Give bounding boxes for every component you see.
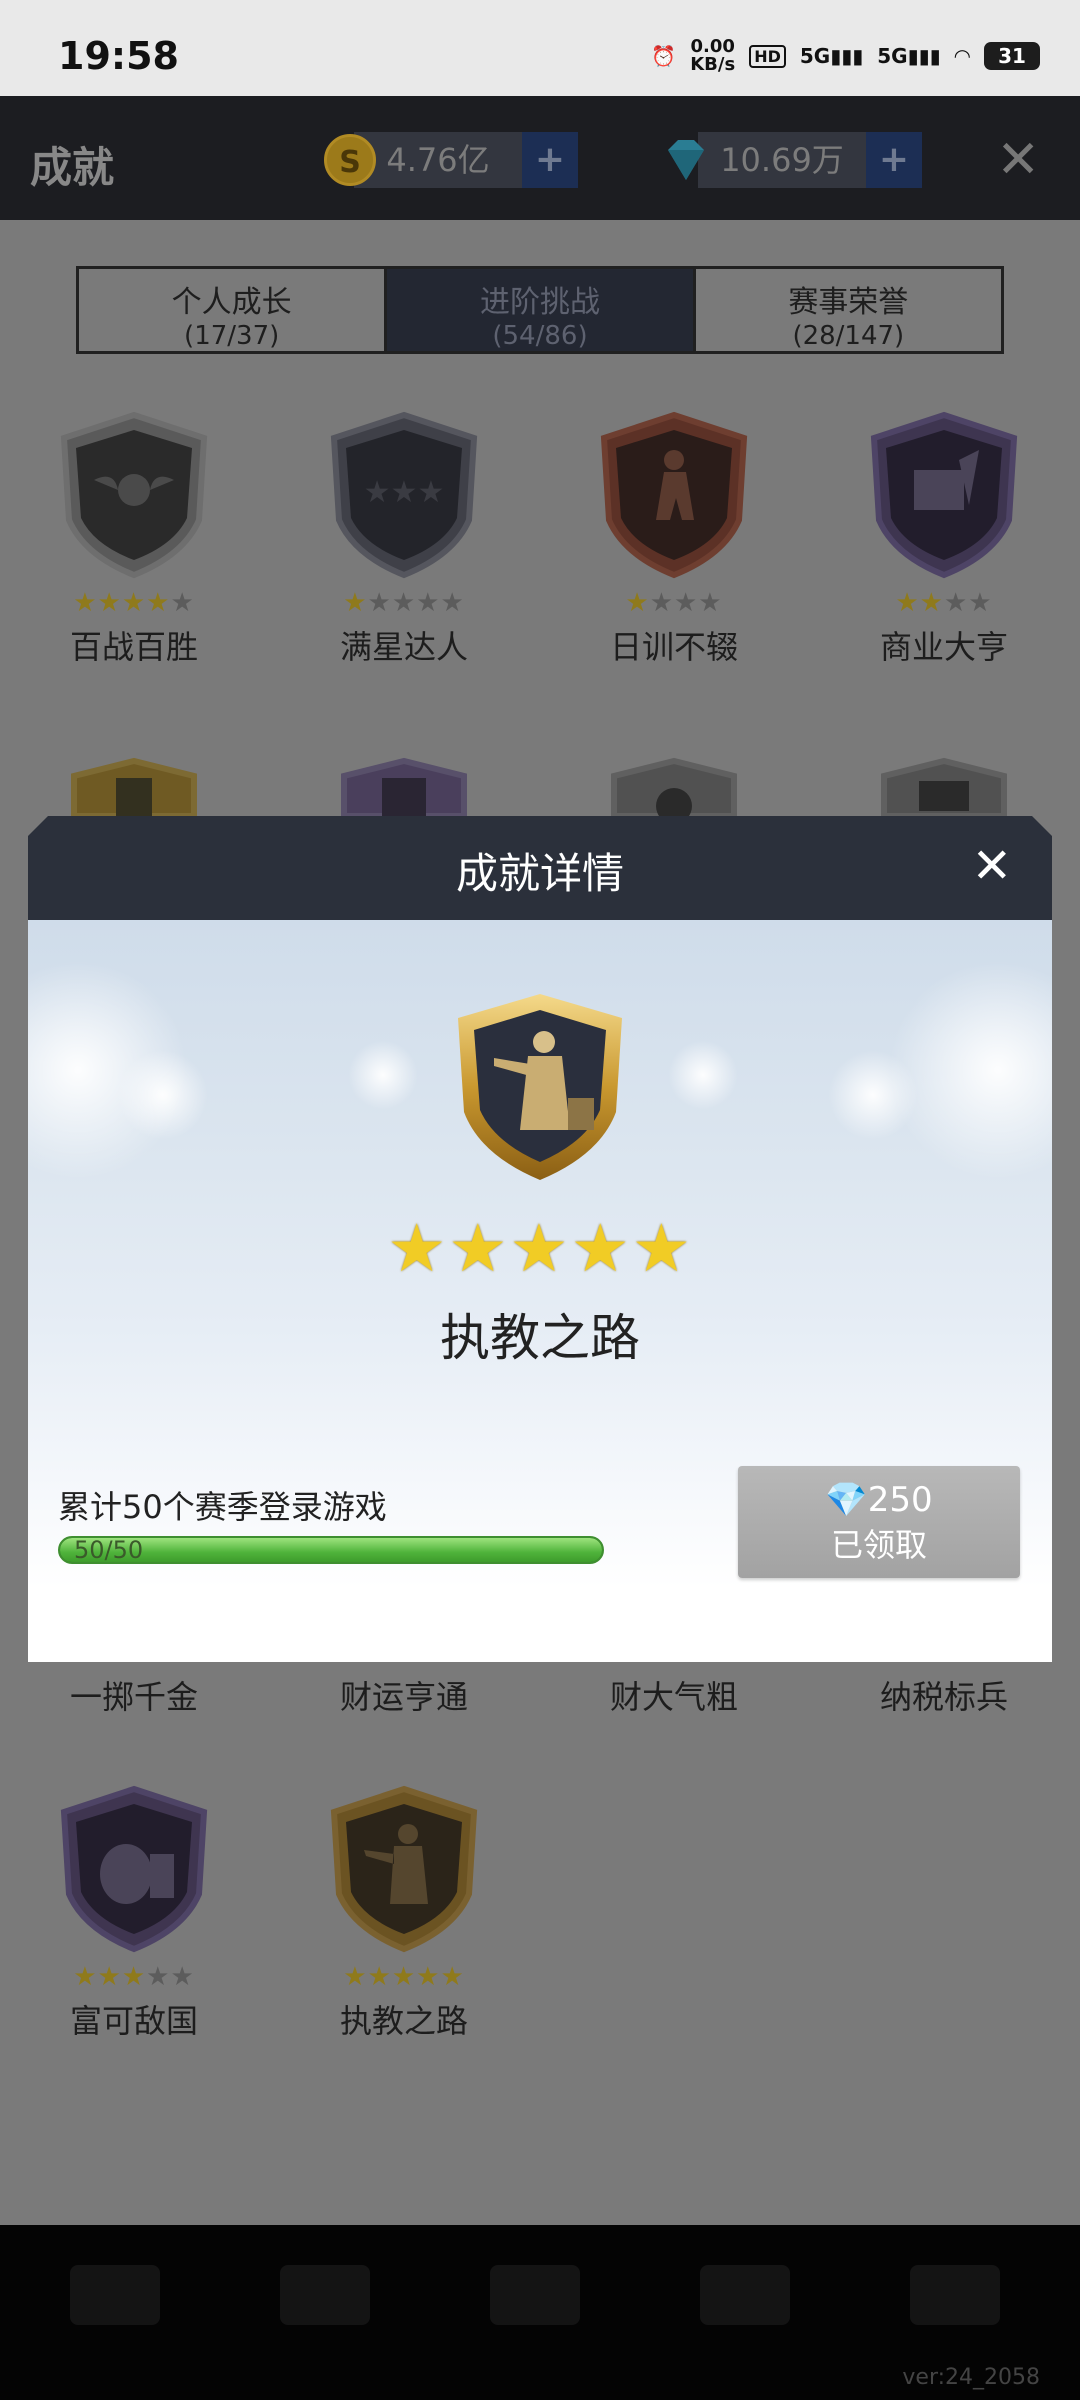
dialog-header: 成就详情 ✕ <box>28 816 1052 920</box>
ticket-badge-icon <box>881 757 1007 816</box>
status-time: 19:58 <box>58 34 179 78</box>
signal-icon: 5G▮▮▮ <box>799 44 864 68</box>
stadium-light <box>668 1040 738 1110</box>
alarm-icon: ⏰ <box>651 44 677 68</box>
dialog-title: 成就详情 <box>455 849 624 898</box>
star-rating: ★★★★★ <box>387 1210 693 1287</box>
version-label: ver:24_2058 <box>902 2365 1040 2390</box>
nav-item[interactable] <box>70 2265 160 2325</box>
achievement-badge[interactable]: ★★★ ★★★★★ 满星达人 <box>314 410 494 668</box>
diamond-balance: 10.69万 + <box>668 132 922 188</box>
basketball-player-badge-icon <box>600 411 748 579</box>
nav-item[interactable] <box>910 2265 1000 2325</box>
dialog-body: ★★★★★ 执教之路 累计50个赛季登录游戏 50/50 💎250 已领取 <box>28 920 1052 1662</box>
star-rating: ★★★★★ <box>73 588 195 618</box>
nav-item[interactable] <box>700 2265 790 2325</box>
close-dialog-button[interactable]: ✕ <box>972 838 1012 894</box>
add-diamonds-button[interactable]: + <box>866 132 922 188</box>
achievement-detail-dialog: 成就详情 ✕ ★★★★★ 执教之路 累计50个赛季登录游戏 50/50 💎250… <box>28 816 1052 1662</box>
achievement-badge[interactable] <box>584 756 764 816</box>
coach-badge-icon <box>458 994 622 1180</box>
star-rating: ★★★★★ <box>343 1962 465 1992</box>
hd-icon: HD <box>749 44 786 68</box>
achievement-name: 日训不辍 <box>609 628 738 666</box>
achievement-title: 执教之路 <box>440 1309 640 1367</box>
diamond-icon: 💎 <box>825 1480 868 1520</box>
achievement-badge[interactable]: ★★★★★ 富可敌国 <box>44 1784 224 2042</box>
achievement-condition: 累计50个赛季登录游戏 <box>58 1488 387 1526</box>
stadium-light <box>888 960 1052 1180</box>
diamond-icon <box>668 140 704 180</box>
achievement-label[interactable]: 财运亨通 <box>314 1668 494 1718</box>
tab-event-honors[interactable]: 赛事荣誉 (28/147) <box>696 269 1001 351</box>
stadium-light <box>348 1040 418 1110</box>
achievement-name: 商业大亨 <box>879 628 1008 666</box>
svg-text:★★★: ★★★ <box>364 475 445 510</box>
achievement-badge[interactable]: ★★★★★ 百战百胜 <box>44 410 224 668</box>
achievement-badge[interactable]: ★★★★ 日训不辍 <box>584 410 764 668</box>
diamond-value: 10.69万 <box>698 132 866 188</box>
document-badge-icon <box>71 757 197 816</box>
achievement-name: 满星达人 <box>339 628 468 666</box>
app-header: 成就 S 4.76亿 + 10.69万 + ✕ <box>0 96 1080 220</box>
status-bar: 19:58 ⏰ 0.00 KB/s HD 5G▮▮▮ 5G▮▮▮ ◠ 31 <box>0 0 1080 96</box>
claim-reward-button[interactable]: 💎250 已领取 <box>738 1466 1020 1578</box>
achievement-name: 财大气粗 <box>609 1678 738 1716</box>
achievement-name: 执教之路 <box>339 2002 468 2040</box>
achievement-tabs: 个人成长 (17/37) 进阶挑战 (54/86) 赛事荣誉 (28/147) <box>76 266 1004 354</box>
tab-advanced-challenge[interactable]: 进阶挑战 (54/86) <box>387 269 696 351</box>
star-rating: ★★★★ <box>625 588 723 618</box>
achievement-label[interactable]: 一掷千金 <box>44 1668 224 1718</box>
achievement-name: 百战百胜 <box>69 628 198 666</box>
status-icons: ⏰ 0.00 KB/s HD 5G▮▮▮ 5G▮▮▮ ◠ 31 <box>651 38 1040 74</box>
money-bag-badge-icon <box>60 1785 208 1953</box>
network-speed: 0.00 KB/s <box>690 36 736 75</box>
achievement-name: 一掷千金 <box>69 1678 198 1716</box>
star-rating: ★★★★★ <box>73 1962 195 1992</box>
achievement-name: 纳税标兵 <box>879 1678 1008 1716</box>
achievement-label[interactable]: 财大气粗 <box>584 1668 764 1718</box>
progress-bar: 50/50 <box>58 1536 604 1564</box>
close-page-button[interactable]: ✕ <box>996 130 1040 190</box>
tab-personal-growth[interactable]: 个人成长 (17/37) <box>79 269 388 351</box>
wings-ball-badge-icon <box>60 411 208 579</box>
achievement-name: 富可敌国 <box>69 2002 198 2040</box>
achievement-badge[interactable] <box>314 756 494 816</box>
reward-amount: 250 <box>867 1480 933 1520</box>
coin-balance: S 4.76亿 + <box>324 132 578 188</box>
add-coins-button[interactable]: + <box>522 132 578 188</box>
progress-text: 50/50 <box>74 1536 144 1564</box>
money-pen-badge-icon <box>870 411 1018 579</box>
star-rating: ★★★★★ <box>343 588 465 618</box>
achievement-badge[interactable] <box>854 756 1034 816</box>
achievement-badge[interactable]: ★★★★★ 执教之路 <box>314 1784 494 2042</box>
bottom-navigation: ver:24_2058 <box>0 2225 1080 2400</box>
star-rating: ★★★★ <box>895 588 993 618</box>
coin-icon: S <box>324 134 376 186</box>
achievement-name: 财运亨通 <box>339 1678 468 1716</box>
nav-item[interactable] <box>280 2265 370 2325</box>
basketball-badge-icon <box>611 757 737 816</box>
achievement-label[interactable]: 纳税标兵 <box>854 1668 1034 1718</box>
battery-icon: 31 <box>984 42 1040 70</box>
wifi-icon: ◠ <box>954 44 970 68</box>
achievement-badge[interactable] <box>44 756 224 816</box>
cash-badge-icon <box>341 757 467 816</box>
stars-badge-icon: ★★★ <box>330 411 478 579</box>
stadium-light <box>28 960 188 1180</box>
coach-badge-icon <box>330 1785 478 1953</box>
reward-status: 已领取 <box>830 1526 927 1564</box>
coin-value: 4.76亿 <box>354 132 522 188</box>
achievement-badge[interactable]: ★★★★ 商业大亨 <box>854 410 1034 668</box>
page-title: 成就 <box>30 143 115 192</box>
nav-item[interactable] <box>490 2265 580 2325</box>
signal-icon-2: 5G▮▮▮ <box>877 44 941 68</box>
